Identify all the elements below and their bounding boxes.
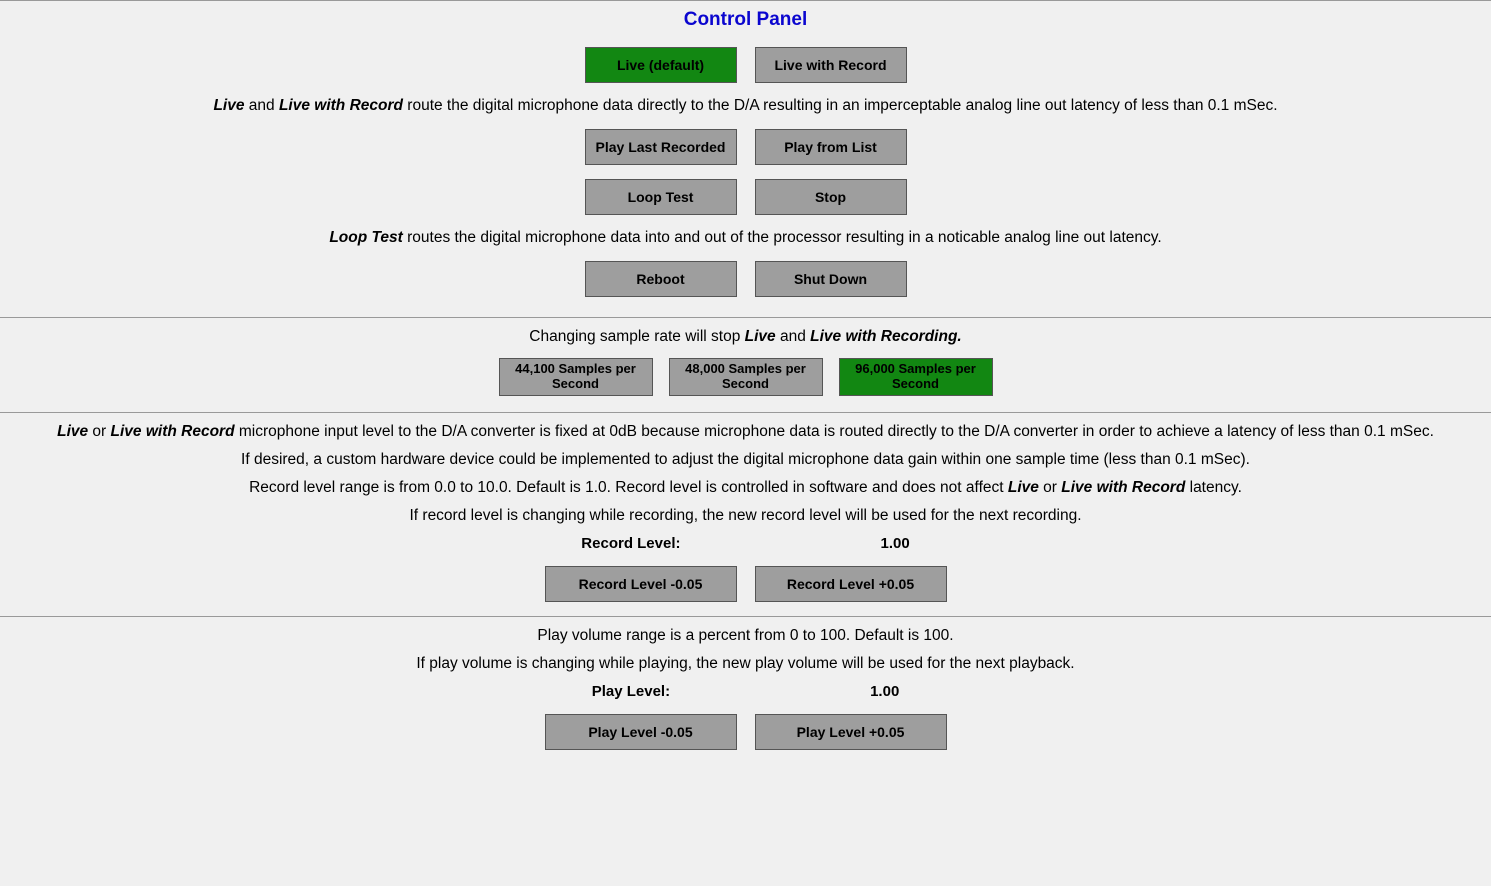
page-title: Control Panel [0, 9, 1491, 31]
record-level-change-note: If record level is changing while record… [12, 507, 1479, 525]
play-level-plus-button[interactable]: Play Level +0.05 [755, 714, 947, 750]
play-volume-change-note: If play volume is changing while playing… [12, 655, 1479, 673]
play-from-list-button[interactable]: Play from List [755, 129, 907, 165]
sample-96000-button[interactable]: 96,000 Samples per Second [839, 358, 993, 396]
record-level-label: Record Level: [581, 535, 680, 552]
play-volume-range-note: Play volume range is a percent from 0 to… [12, 627, 1479, 645]
stop-button[interactable]: Stop [755, 179, 907, 215]
record-level-minus-button[interactable]: Record Level -0.05 [545, 566, 737, 602]
input-level-description: Live or Live with Record microphone inpu… [12, 423, 1479, 441]
loop-test-em: Loop Test [329, 229, 402, 246]
live-em: Live [213, 97, 244, 114]
custom-hardware-note: If desired, a custom hardware device cou… [12, 451, 1479, 469]
sample-44100-button[interactable]: 44,100 Samples per Second [499, 358, 653, 396]
record-level-value: 1.00 [881, 535, 910, 552]
play-level-value: 1.00 [870, 683, 899, 700]
loop-test-description: Loop Test routes the digital microphone … [12, 229, 1479, 247]
play-last-recorded-button[interactable]: Play Last Recorded [585, 129, 737, 165]
live-button[interactable]: Live (default) [585, 47, 737, 83]
sample-48000-button[interactable]: 48,000 Samples per Second [669, 358, 823, 396]
record-level-plus-button[interactable]: Record Level +0.05 [755, 566, 947, 602]
loop-test-button[interactable]: Loop Test [585, 179, 737, 215]
live-record-em: Live with Record [279, 97, 403, 114]
live-description: Live and Live with Record route the digi… [12, 97, 1479, 115]
live-with-record-button[interactable]: Live with Record [755, 47, 907, 83]
play-level-minus-button[interactable]: Play Level -0.05 [545, 714, 737, 750]
reboot-button[interactable]: Reboot [585, 261, 737, 297]
sample-rate-note: Changing sample rate will stop Live and … [12, 328, 1479, 346]
record-level-range-note: Record level range is from 0.0 to 10.0. … [12, 479, 1479, 497]
play-level-label: Play Level: [592, 683, 670, 700]
shut-down-button[interactable]: Shut Down [755, 261, 907, 297]
